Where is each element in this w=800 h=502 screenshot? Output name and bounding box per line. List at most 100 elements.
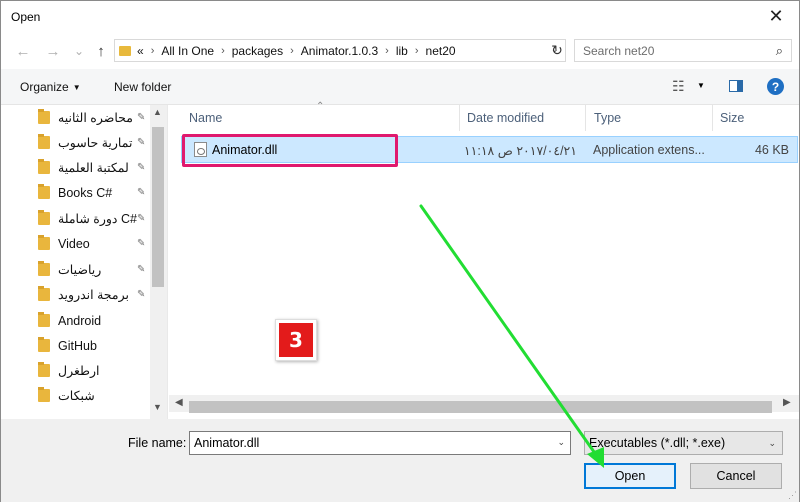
breadcrumb-separator: › [221,44,225,57]
sidebar-item[interactable]: دورة شاملة C# ✎ [1,206,151,231]
cancel-button[interactable]: Cancel [690,463,782,489]
search-input[interactable]: Search net20 ⌕ [574,39,792,62]
breadcrumb-lib[interactable]: lib [396,44,408,58]
dialog-footer: File name: Animator.dll ⌄ Executables (*… [1,419,799,502]
sidebar-item-label: ارطغرل [58,364,100,378]
sidebar-item[interactable]: شبكات [1,383,151,408]
pin-icon: ✎ [137,213,146,224]
file-list: ⌃ Name Date modified Type Size Animator.… [169,101,800,419]
sidebar-item[interactable]: GitHub [1,333,151,358]
sidebar-item[interactable]: Video ✎ [1,231,151,256]
sidebar-item[interactable]: تمارية حاسوب ✎ [1,130,151,155]
sidebar-item-label: دورة شاملة C# [58,212,137,226]
scroll-up-icon[interactable]: ▲ [153,107,162,117]
file-type: Application extens... [593,143,705,157]
column-header-name[interactable]: Name [181,105,460,131]
scroll-left-icon[interactable]: ◀ [175,397,183,408]
breadcrumb-separator: › [150,44,155,57]
folder-icon [38,159,50,174]
breadcrumb-overflow[interactable]: « [137,44,144,58]
sidebar-item-label: لمكتبة العلمية [58,161,129,175]
resize-grip-icon[interactable]: ⋰ [788,490,797,501]
file-type-select[interactable]: Executables (*.dll; *.exe) ⌄ [584,431,783,455]
pin-icon: ✎ [137,238,146,249]
sidebar-item[interactable]: برمجة اندرويد ✎ [1,282,151,307]
sidebar-item[interactable]: Android [1,308,151,333]
breadcrumb-animator[interactable]: Animator.1.0.3 [301,44,378,58]
folder-icon [38,235,50,250]
sidebar-item[interactable]: لمكتبة العلمية ✎ [1,155,151,180]
open-dialog: Open ✕ ← → ⌄ ↑ « › All In One › packages… [0,0,800,502]
pin-icon: ✎ [137,187,146,198]
sidebar-item-label: تمارية حاسوب [58,136,133,150]
pin-icon: ✎ [137,289,146,300]
folder-icon [38,387,50,402]
sidebar-item-label: رياضيات [58,263,102,277]
breadcrumb-net20[interactable]: net20 [426,44,456,58]
preview-pane-icon[interactable] [729,80,743,92]
open-button[interactable]: Open [584,463,676,489]
column-header-size[interactable]: Size [712,105,800,131]
folder-icon [38,109,50,124]
breadcrumb-separator: › [290,44,294,57]
sidebar-item[interactable]: Books C# ✎ [1,180,151,205]
window-title: Open [11,10,41,24]
sidebar-item[interactable]: ارطغرل [1,358,151,383]
file-date: ٢٠١٧/٠٤/٢١ ص ١١:١٨ [463,144,577,158]
breadcrumb-packages[interactable]: packages [232,44,283,58]
file-name-value: Animator.dll [194,436,260,450]
step-badge: 3 [275,319,317,361]
folder-icon [38,261,50,276]
file-name-field[interactable]: Animator.dll ⌄ [189,431,571,455]
search-placeholder: Search net20 [583,43,655,58]
file-size: 46 KB [754,143,789,157]
file-type-value: Executables (*.dll; *.exe) [589,436,726,450]
command-toolbar: Organize ▼ New folder ☷ ▼ ? [1,69,799,105]
column-header-date[interactable]: Date modified [459,105,586,131]
caret-down-icon[interactable]: ▼ [697,81,705,90]
navigation-pane: محاضره الثانيه ✎ تمارية حاسوب ✎ لمكتبة ا… [1,105,168,419]
scroll-down-icon[interactable]: ▼ [153,402,162,412]
folder-icon [38,337,50,352]
organize-button[interactable]: Organize ▼ [20,80,81,94]
pin-icon: ✎ [137,112,146,123]
highlight-annotation [182,134,398,167]
sidebar-item-label: Android [58,313,102,328]
help-icon[interactable]: ? [767,78,784,95]
sidebar-item-label: Video [58,236,90,251]
file-name-label: File name: [128,436,187,450]
column-header-type[interactable]: Type [586,105,713,131]
pin-icon: ✎ [137,264,146,275]
forward-arrow-icon[interactable]: → [43,41,63,61]
breadcrumb-separator: › [385,44,389,57]
caret-down-icon: ▼ [72,83,81,92]
folder-icon [38,210,50,225]
step-number: 3 [279,323,313,357]
horizontal-scroll-thumb[interactable] [189,401,772,413]
chevron-down-icon[interactable]: ⌄ [557,437,565,448]
breadcrumb-all-in-one[interactable]: All In One [161,44,214,58]
address-bar[interactable]: « › All In One › packages › Animator.1.0… [114,39,566,62]
navigation-bar: ← → ⌄ ↑ « › All In One › packages › Anim… [1,33,799,69]
view-options-icon[interactable]: ☷ [672,78,685,95]
new-folder-button[interactable]: New folder [114,80,171,94]
refresh-icon[interactable]: ↻ [545,39,569,62]
folder-icon [38,286,50,301]
chevron-down-icon[interactable]: ⌄ [768,438,776,449]
up-arrow-icon[interactable]: ↑ [91,41,111,61]
sidebar-item-label: محاضره الثانيه [58,111,133,125]
close-icon[interactable]: ✕ [753,1,799,31]
pin-icon: ✎ [137,137,146,148]
scroll-right-icon[interactable]: ▶ [783,397,791,408]
folder-icon [38,362,50,377]
sidebar-item[interactable]: محاضره الثانيه ✎ [1,105,151,130]
breadcrumb-separator: › [414,44,419,57]
back-arrow-icon[interactable]: ← [13,41,33,61]
sidebar-item-label: Books C# [58,185,113,200]
folder-icon [38,312,50,327]
sidebar-item[interactable]: رياضيات ✎ [1,257,151,282]
recent-locations-icon[interactable]: ⌄ [69,41,89,61]
sidebar-scroll-thumb[interactable] [152,127,164,287]
search-icon[interactable]: ⌕ [776,43,783,59]
organize-label: Organize [20,80,69,94]
